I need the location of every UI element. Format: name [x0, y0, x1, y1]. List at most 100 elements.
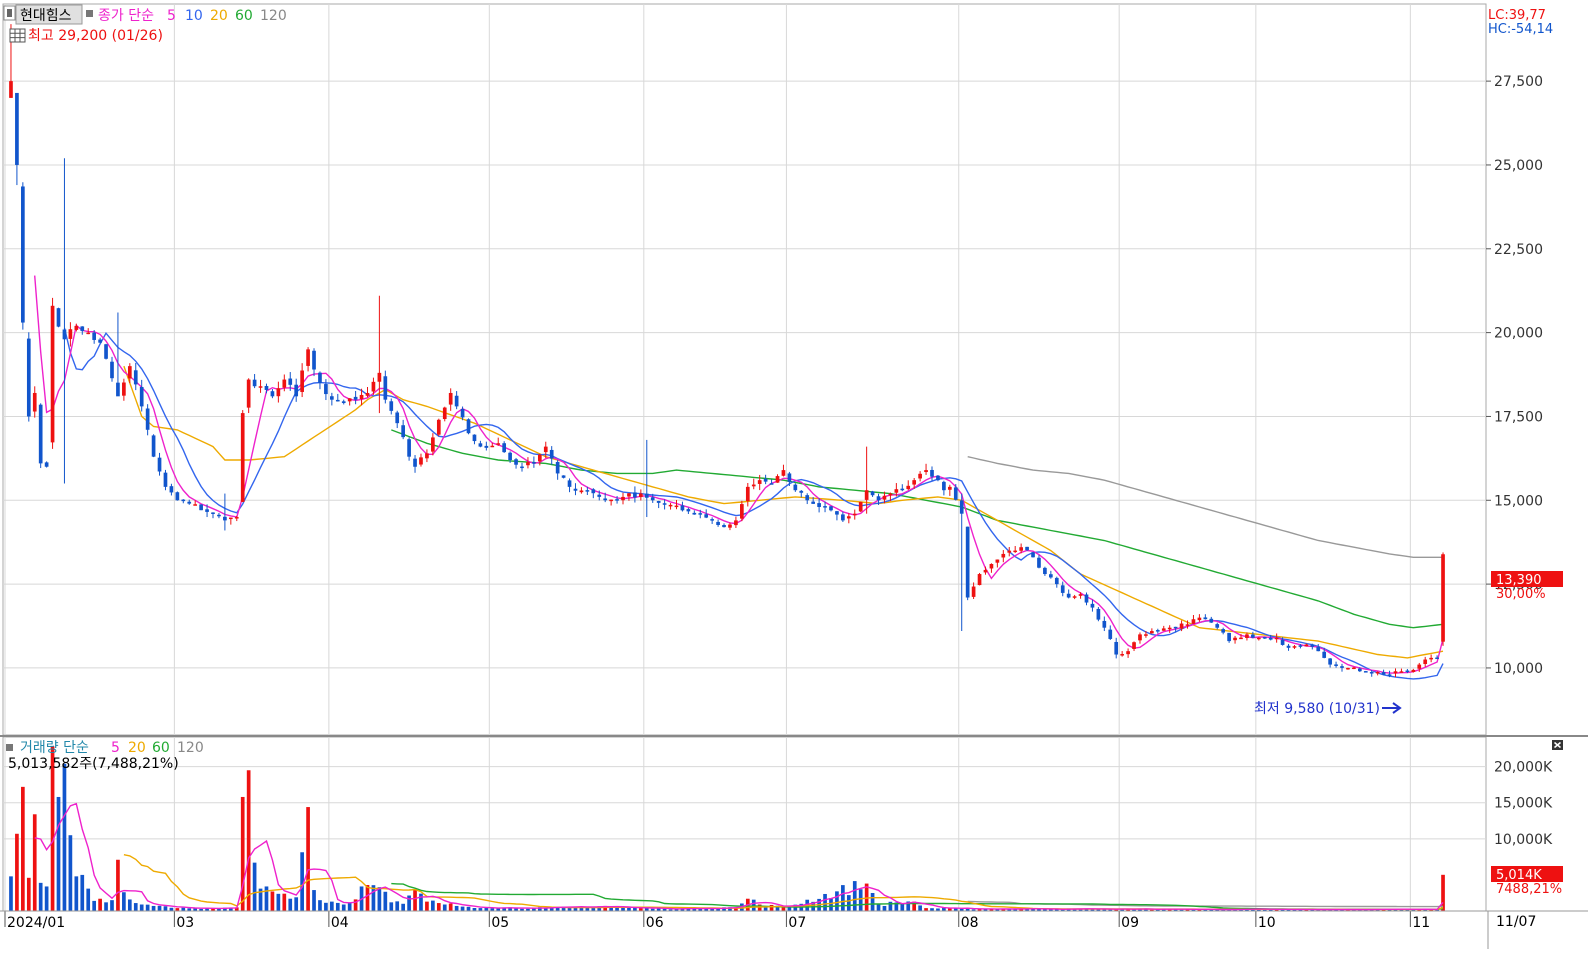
volume-bar [270, 891, 275, 911]
candle-body [1114, 641, 1119, 655]
candle-body [1072, 596, 1077, 598]
candle-body [1227, 632, 1231, 642]
candle-body [1084, 594, 1089, 603]
candle-body [965, 526, 970, 598]
candle-body [829, 506, 833, 511]
volume-bar [365, 885, 370, 911]
time-axis-label: 10 [1258, 915, 1276, 931]
candle-body [157, 457, 162, 472]
ma5-legend: 5 [167, 8, 176, 24]
candle-body [769, 483, 774, 485]
volume-bar [151, 905, 156, 911]
candle-body [1441, 554, 1445, 642]
candle-body [466, 419, 471, 434]
candle-body [650, 497, 655, 501]
candle-body [1328, 658, 1332, 665]
candle-body [163, 472, 168, 487]
candle-body [347, 398, 352, 402]
candle-body [745, 486, 750, 502]
candle-body [246, 379, 251, 408]
candle-body [217, 514, 221, 517]
volume-bar [389, 902, 394, 911]
candle-body [1251, 634, 1255, 638]
candle-body [882, 495, 887, 500]
volume-bar [276, 893, 281, 911]
volume-bar [395, 901, 400, 911]
candle-body [1054, 577, 1059, 585]
chart-canvas[interactable]: 10,00012,50015,00017,50020,00022,50025,0… [0, 0, 1588, 949]
candle-body [460, 408, 465, 418]
volume-bar [823, 893, 827, 911]
candle-body [900, 488, 905, 491]
candle-body [924, 470, 928, 473]
volume-bar [781, 907, 786, 911]
symbol-name[interactable]: 현대힘스 [20, 8, 72, 24]
candle-body [1268, 637, 1273, 640]
candle-body [1120, 654, 1124, 656]
candle-body [1150, 631, 1154, 634]
candle-body [383, 376, 388, 400]
candle-body [983, 569, 988, 573]
candle-body [1191, 619, 1196, 624]
candle-body [668, 504, 673, 507]
candle-body [401, 425, 405, 438]
candle-body [359, 394, 364, 400]
candle-body [597, 494, 602, 497]
candle-body [413, 458, 417, 467]
candle-body [1025, 546, 1029, 551]
candle-body [906, 485, 911, 490]
candle-body [680, 505, 685, 511]
candle-body [1363, 671, 1368, 673]
volume-axis-label: 10,000K [1494, 832, 1553, 848]
time-axis-label: 08 [961, 915, 979, 931]
candle-body [50, 305, 55, 443]
candle-body [1161, 628, 1166, 631]
candle-body [1298, 645, 1303, 647]
candle-body [1256, 637, 1261, 640]
volume-bar [431, 900, 435, 911]
volume-bar [882, 905, 887, 911]
candle-body [1239, 637, 1243, 640]
candle-body [894, 489, 899, 493]
volume-axis-label: 15,000K [1494, 796, 1553, 812]
time-axis-label: 09 [1121, 915, 1139, 931]
candle-body [187, 501, 192, 504]
candle-body [377, 372, 382, 382]
volume-bar [32, 814, 37, 911]
volume-bar [1441, 874, 1445, 911]
volume-bar [98, 898, 102, 911]
candle-body [793, 484, 798, 491]
volume-legend-label: 거래량 단순 [20, 740, 89, 756]
candle-body [389, 401, 394, 411]
stock-chart[interactable]: 10,00012,50015,00017,50020,00022,50025,0… [0, 0, 1588, 949]
candle-body [775, 476, 780, 483]
candle-body [514, 459, 518, 465]
candle-body [252, 379, 257, 387]
candle-body [1197, 617, 1202, 621]
volume-bar [835, 891, 839, 911]
volume-bar [133, 903, 138, 911]
candle-body [1066, 593, 1071, 598]
volume-bar [92, 900, 97, 911]
candle-body [989, 563, 994, 569]
volume-bar [116, 859, 120, 911]
candle-body [1280, 639, 1285, 645]
candle-body [728, 524, 732, 528]
candle-body [1215, 624, 1220, 628]
candle-body [526, 462, 530, 466]
volume-bar [330, 901, 334, 911]
candle-body [1262, 637, 1267, 639]
candle-body [116, 382, 120, 397]
candle-body [419, 457, 423, 465]
candle-body [603, 498, 608, 501]
candle-body [805, 495, 810, 501]
candle-body [104, 344, 108, 359]
candle-body [472, 434, 477, 442]
candle-body [1185, 624, 1190, 626]
candle-body [15, 92, 19, 165]
volume-bar [56, 796, 61, 911]
candle-body [478, 443, 483, 447]
time-axis-label: 06 [646, 915, 664, 931]
candle-body [698, 513, 703, 515]
volume-axis-label: 20,000K [1494, 760, 1553, 776]
